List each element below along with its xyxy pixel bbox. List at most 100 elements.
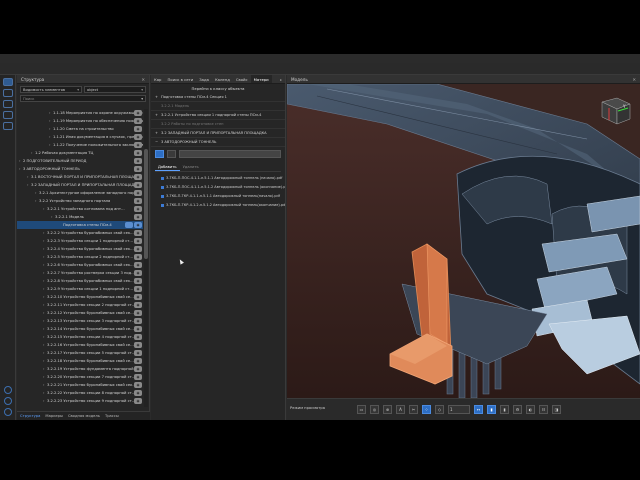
viewer-tool-button[interactable]: ◎ — [370, 405, 379, 414]
viewer-tool-button[interactable]: ⁘ — [422, 405, 431, 414]
visibility-eye-icon[interactable]: ◉ — [134, 302, 142, 308]
nav-row[interactable]: +3.2.2.1 Устройство секции 1 подпорной с… — [151, 111, 285, 120]
visibility-eye-icon[interactable]: ◉ — [134, 190, 142, 196]
visibility-eye-icon[interactable]: ◉ — [134, 174, 142, 180]
viewer-tool-button[interactable]: A — [396, 405, 405, 414]
tree-row[interactable]: › 3.2.2.18 Устройство буронабивных свай с… — [17, 357, 143, 365]
viewer-tool-button[interactable]: ✂ — [409, 405, 418, 414]
visibility-eye-icon[interactable]: ◉ — [134, 246, 142, 252]
tree-row[interactable]: Подготовка стены ПСм-4 ◉ — [17, 221, 143, 229]
visibility-eye-icon[interactable]: ◉ — [134, 334, 142, 340]
tree-row[interactable]: › 3.2.2.3 Устройство секции 1 подпорной с… — [17, 237, 143, 245]
nav-row[interactable]: 3.2.2 Работы по подготовке стен — [151, 120, 285, 129]
tree-row[interactable]: › 3.2.2.7 Устройство ростверка секции 3 п… — [17, 269, 143, 277]
list-view-button[interactable] — [155, 150, 164, 158]
tree-row[interactable]: › 3.2.2.13 Устройство секции 3 подпорной … — [17, 317, 143, 325]
viewer-tool-button[interactable]: ⊕ — [383, 405, 392, 414]
tree-row[interactable]: › 3.2.2.21 Устройство буронабивных свай с… — [17, 381, 143, 389]
visibility-eye-icon[interactable]: ◉ — [134, 206, 142, 212]
visibility-eye-icon[interactable]: ◉ — [134, 166, 142, 172]
link-icon[interactable] — [125, 222, 133, 228]
visibility-eye-icon[interactable]: ◉ — [134, 278, 142, 284]
tree-row[interactable]: › 3.2.2.4 Устройство буронабивных свай се… — [17, 245, 143, 253]
tree-row[interactable]: › 3.2.2.20 Устройство секции 7 подпорной … — [17, 373, 143, 381]
nav-row[interactable]: + Подготовка стены ПСм-4 Секция 1 — [151, 93, 285, 102]
visibility-eye-icon[interactable]: ◉ — [134, 390, 142, 396]
visibility-eye-icon[interactable]: ◉ — [134, 262, 142, 268]
tab-properties[interactable]: Свойс — [233, 75, 251, 83]
visibility-eye-icon[interactable]: ◉ — [134, 126, 142, 132]
doc-filter-input[interactable] — [179, 150, 281, 158]
nav-row[interactable]: 3.2.2.1 Модель — [151, 102, 285, 111]
tree-row[interactable]: › 3.2.2.2 Устройство буронабивных свай се… — [17, 229, 143, 237]
3d-viewport[interactable]: Y — [287, 84, 640, 398]
tree-row[interactable]: › 3.2.2.16 Устройство буронабивных свай с… — [17, 341, 143, 349]
tree-row[interactable]: › 3.2.2.1 Устройство котлована под ант… ◉ — [17, 205, 143, 213]
tab-summary-model[interactable]: Сводная модель — [68, 412, 100, 420]
folder-icon[interactable] — [2, 89, 13, 97]
tree-row[interactable]: › 3.2 ЗАПАДНЫЙ ПОРТАЛ И ПРИПОРТАЛЬНАЯ ПЛО… — [17, 181, 143, 189]
viewer-tool-button[interactable]: ◨ — [552, 405, 561, 414]
delete-button[interactable]: Удалить — [180, 163, 202, 171]
viewer-tool-button[interactable]: ☷ — [539, 405, 548, 414]
document-item[interactable]: 3-ТКБ-П-ПОС-4.1.1-л.5.1.2 Автодорожный т… — [161, 183, 285, 192]
tree-row[interactable]: › 3.2.2.9 Устройство секции 1 подпорной с… — [17, 285, 143, 293]
tree-row[interactable]: › 1.1.21 Иная документация в случаях, пре… — [17, 133, 143, 141]
visibility-eye-icon[interactable]: ◉ — [134, 318, 142, 324]
visibility-eye-icon[interactable]: ◉ — [134, 350, 142, 356]
viewer-tool-button[interactable]: ◐ — [526, 405, 535, 414]
document-item[interactable]: 3-ТКБ-П-ТКР-4.1.1.л.5.1.1 Автодорожный т… — [161, 192, 285, 201]
visibility-eye-icon[interactable]: ◉ — [134, 294, 142, 300]
viewer-tool-button[interactable]: ◇ — [435, 405, 444, 414]
viewer-tool-button[interactable]: 1 — [448, 405, 470, 414]
document-item[interactable]: 3-ТКБ-П-ПОС-4.1.1-л.5.1.1 Автодорожный т… — [161, 174, 285, 183]
chart-icon[interactable] — [2, 122, 13, 130]
visibility-eye-icon[interactable]: ◉ — [134, 230, 142, 236]
tree-row[interactable]: › 3.2.2.22 Устройство секции 8 подпорной … — [17, 389, 143, 397]
visibility-eye-icon[interactable]: ◉ — [134, 118, 142, 124]
tab-routes[interactable]: Трассы — [105, 412, 119, 420]
visibility-eye-icon[interactable]: ◉ — [134, 270, 142, 276]
tree-row[interactable]: › 3.2.2.19 Устройство фундамента подпорно… — [17, 365, 143, 373]
goto-class-link[interactable]: Перейти к классу объекта — [151, 84, 285, 93]
tab-calendar[interactable]: Календ — [212, 75, 233, 83]
tree-row[interactable]: › 2 ПОДГОТОВИТЕЛЬНЫЙ ПЕРИОД ◉ — [17, 157, 143, 165]
tree-row[interactable]: › 3.2.2.5 Устройство секции 2 подпорной с… — [17, 253, 143, 261]
nav-row[interactable]: +3.2 ЗАПАДНЫЙ ПОРТАЛ И ПРИПОРТАЛЬНАЯ ПЛО… — [151, 129, 285, 138]
tab-materials[interactable]: Матери — [250, 75, 272, 83]
tree-row[interactable]: › 3.2.2.6 Устройство буронабивных свай се… — [17, 261, 143, 269]
visibility-eye-icon[interactable]: ◉ — [134, 326, 142, 332]
tree-row[interactable]: › 3.2.2.12 Устройство буронабивных свай с… — [17, 309, 143, 317]
layers-icon[interactable] — [2, 100, 13, 108]
visibility-eye-icon[interactable]: ◉ — [134, 158, 142, 164]
close-icon[interactable]: ✕ — [141, 75, 145, 84]
visibility-eye-icon[interactable]: ◉ — [134, 134, 142, 140]
viewer-tool-button[interactable]: ▭ — [357, 405, 366, 414]
tree-row[interactable]: › 3.2.2.14 Устройство буронабивных свай с… — [17, 325, 143, 333]
tab-network-search[interactable]: Поиск в сети — [164, 75, 196, 83]
tree-row[interactable]: › 1.2 Рабочая документация ТЦ ◉ — [17, 149, 143, 157]
help-icon[interactable] — [4, 408, 12, 416]
viewer-tool-button[interactable]: ⚙ — [513, 405, 522, 414]
visibility-eye-icon[interactable]: ◉ — [134, 358, 142, 364]
visibility-eye-icon[interactable]: ◉ — [134, 238, 142, 244]
visibility-eye-icon[interactable]: ◉ — [134, 342, 142, 348]
more-tabs-icon[interactable]: ▸ — [277, 75, 285, 83]
sort-button[interactable] — [167, 150, 176, 158]
object-select[interactable]: object ▾ — [84, 86, 146, 93]
tree-row[interactable]: › 3.2.2 Устройство западного портала ◉ — [17, 197, 143, 205]
visibility-eye-icon[interactable]: ◉ — [134, 254, 142, 260]
tree-row[interactable]: › 3 АВТОДОРОЖНЫЙ ТОННЕЛЬ ◉ — [17, 165, 143, 173]
visibility-eye-icon[interactable]: ◉ — [134, 142, 142, 148]
tab-map[interactable]: Кар — [151, 75, 164, 83]
tree-row[interactable]: › 3.2.2.17 Устройство секции 5 подпорной … — [17, 349, 143, 357]
visibility-eye-icon[interactable]: ◉ — [134, 214, 142, 220]
visibility-eye-icon[interactable]: ◉ — [134, 222, 142, 228]
tree-row[interactable]: › 3.2.1 Архитектурное оформление западног… — [17, 189, 143, 197]
tree-row[interactable]: › 3.2.2.8 Устройство буронабивных свай се… — [17, 277, 143, 285]
viewer-tool-button[interactable]: ▮ — [487, 405, 496, 414]
tree-row[interactable]: › 3.1 ВОСТОЧНЫЙ ПОРТАЛ И ПРИПОРТАЛЬНАЯ ПЛ… — [17, 173, 143, 181]
home-icon[interactable] — [4, 386, 12, 394]
nav-row[interactable]: −3 АВТОДОРОЖНЫЙ ТОННЕЛЬ — [151, 138, 285, 147]
structure-icon[interactable] — [2, 78, 13, 86]
